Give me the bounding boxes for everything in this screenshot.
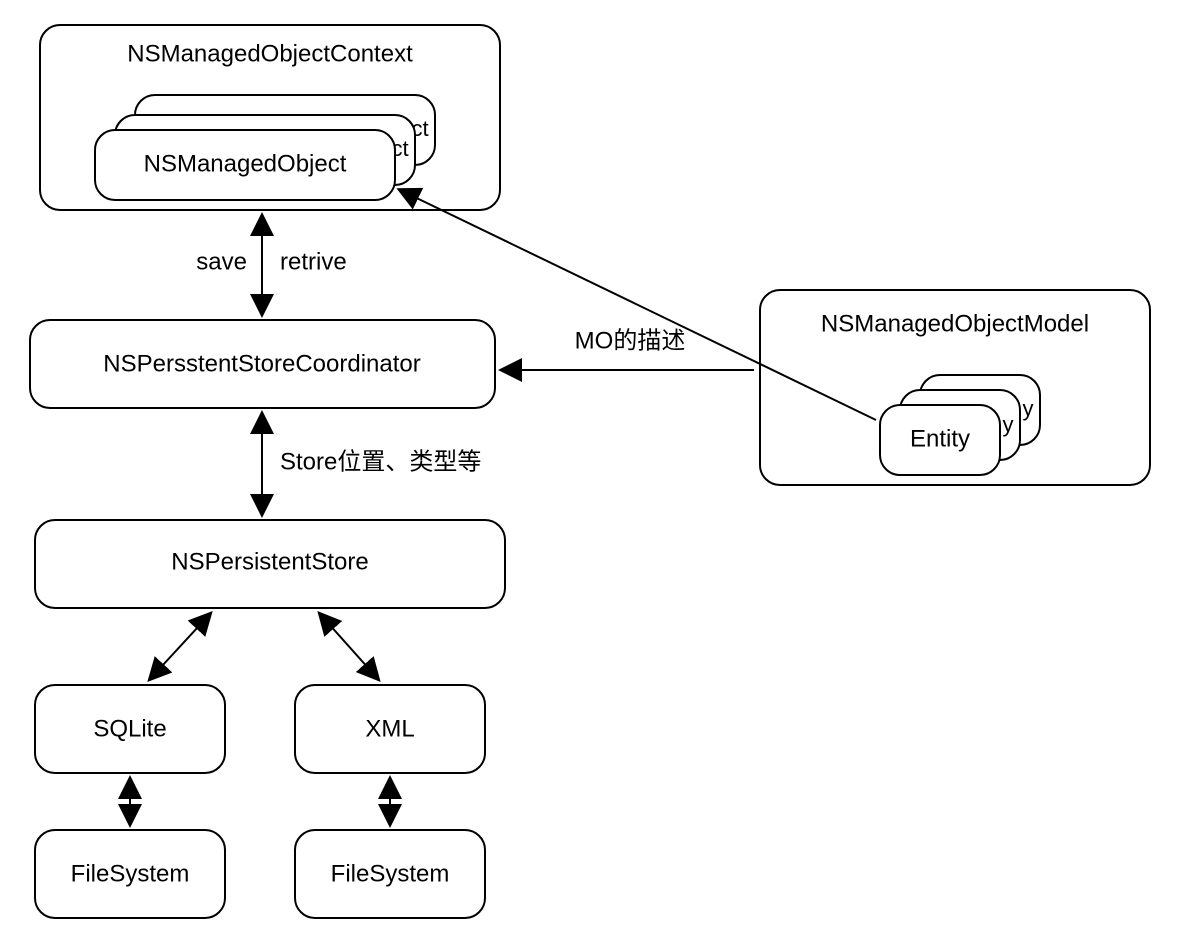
entity-suffix-2: y bbox=[1023, 396, 1034, 421]
managed-object-label: NSManagedObject bbox=[144, 150, 347, 177]
model-label: NSManagedObjectModel bbox=[821, 310, 1089, 337]
context-label: NSManagedObjectContext bbox=[127, 40, 413, 67]
entity-suffix-1: y bbox=[1003, 412, 1014, 437]
core-data-diagram: NSManagedObjectContext ct ct NSManagedOb… bbox=[0, 0, 1178, 930]
filesystem1-label: FileSystem bbox=[71, 860, 190, 887]
persistent-store-label: NSPersistentStore bbox=[171, 548, 368, 575]
store-sqlite-edge bbox=[150, 614, 210, 679]
filesystem2-label: FileSystem bbox=[331, 860, 450, 887]
store-xml-edge bbox=[320, 614, 378, 679]
coordinator-label: NSPersstentStoreCoordinator bbox=[103, 350, 420, 377]
modesc-label: MO的描述 bbox=[575, 327, 686, 354]
retrive-label: retrive bbox=[280, 248, 347, 275]
xml-label: XML bbox=[365, 715, 414, 742]
store-info-label: Store位置、类型等 bbox=[280, 448, 481, 475]
entity-label: Entity bbox=[910, 425, 970, 452]
save-label: save bbox=[196, 248, 247, 275]
sqlite-label: SQLite bbox=[93, 715, 166, 742]
